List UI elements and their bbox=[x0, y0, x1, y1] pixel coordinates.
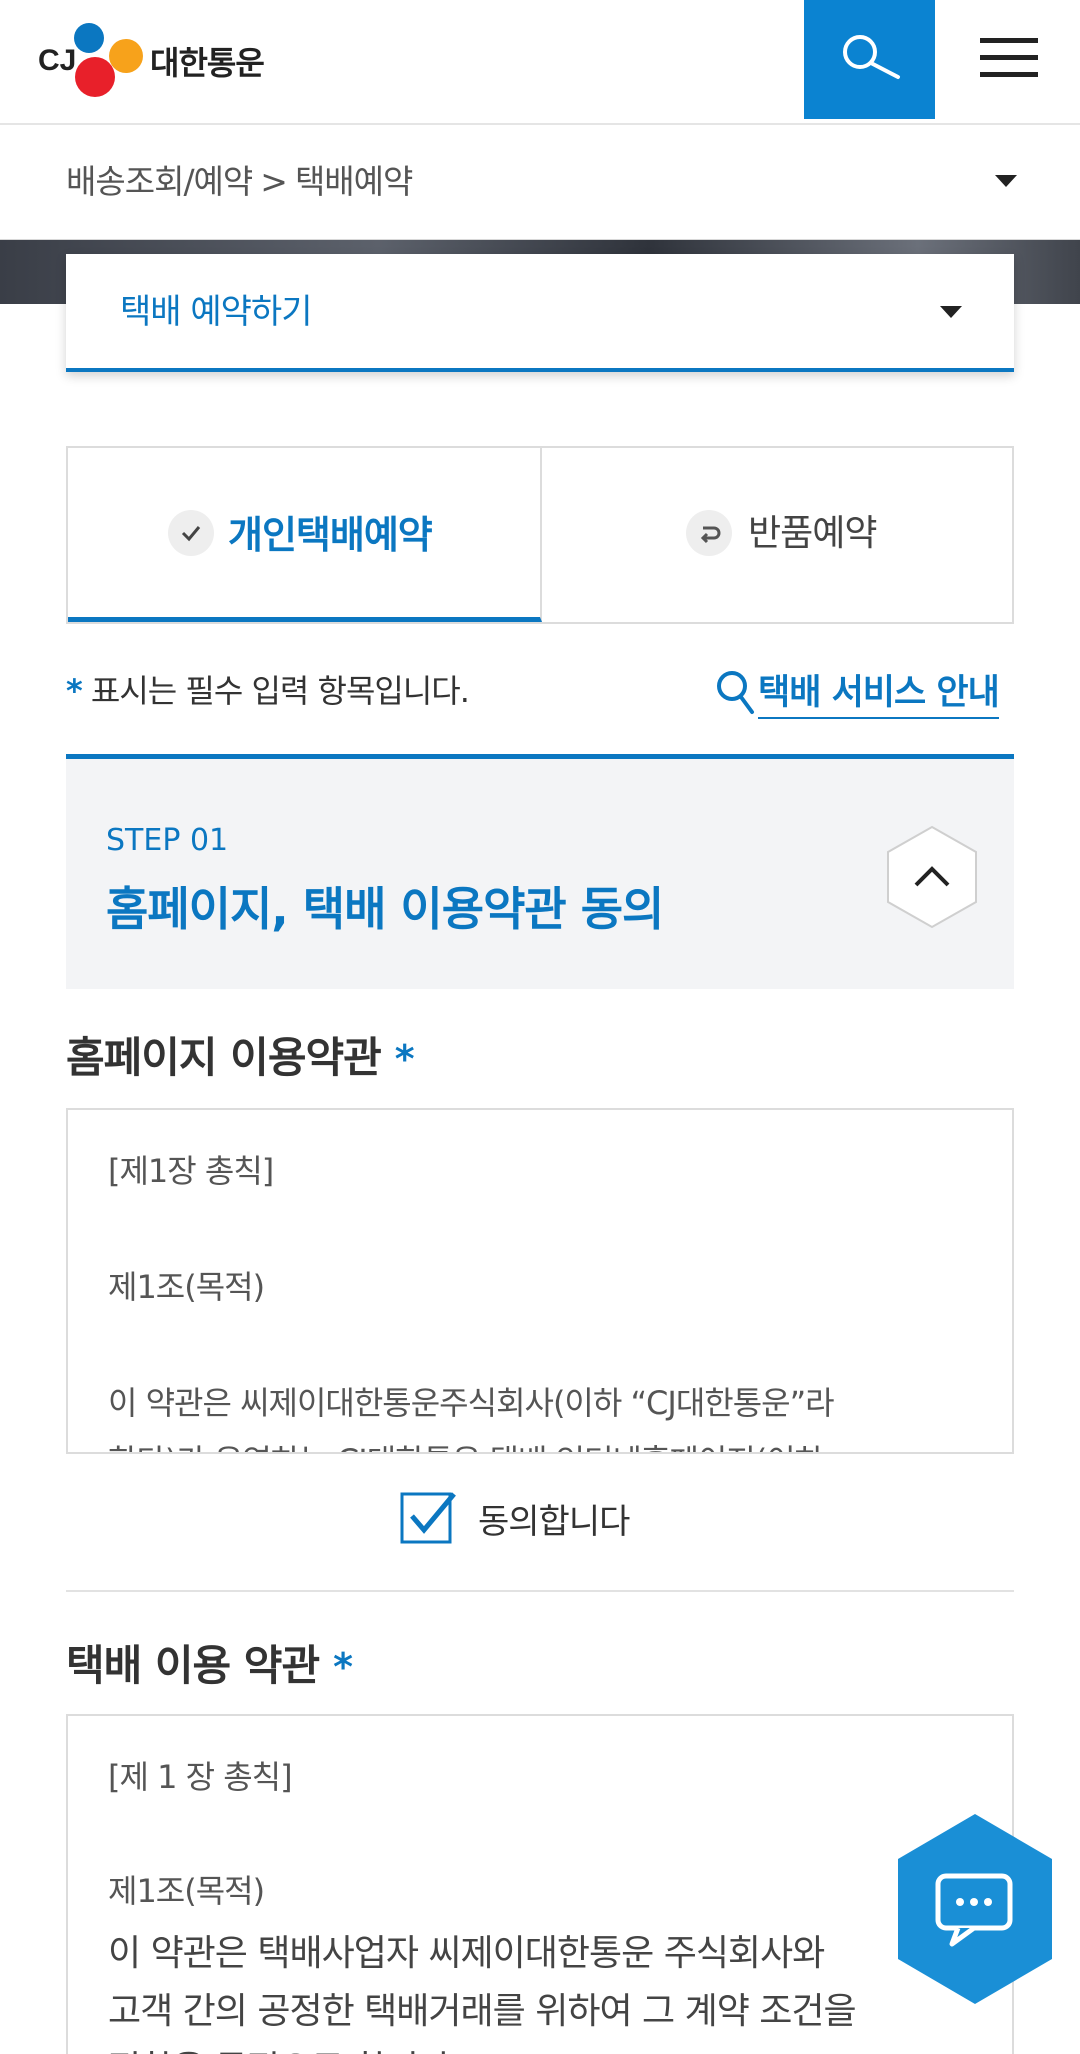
delivery-terms-title-text: 택배 이용 약관 bbox=[66, 1641, 320, 1690]
terms-line: 한다)가 운영하는 CJ대한통운 택배 인터넷홈페이지(이하 bbox=[108, 1436, 824, 1452]
chatbot-button[interactable] bbox=[894, 1810, 1056, 2010]
required-star: * bbox=[333, 1645, 353, 1689]
breadcrumb-parent[interactable]: 배송조회/예약 bbox=[66, 162, 253, 201]
menu-line-icon bbox=[980, 72, 1038, 77]
step-section-header: STEP 01 홈페이지, 택배 이용약관 동의 bbox=[66, 754, 1014, 989]
reservation-type-label: 택배 예약하기 bbox=[120, 292, 312, 332]
chat-bubble-icon bbox=[898, 1814, 1052, 2004]
tab-personal-reservation[interactable]: 개인택배예약 bbox=[68, 448, 542, 622]
required-field-note: * 표시는 필수 입력 항목입니다. bbox=[66, 666, 470, 712]
delivery-terms-title: 택배 이용 약관 * bbox=[66, 1632, 353, 1693]
caret-down-icon[interactable] bbox=[995, 175, 1017, 187]
terms-line: 정함을 목적으로 합니다. bbox=[108, 2040, 462, 2054]
return-arrow-icon bbox=[686, 510, 732, 556]
checkbox-checked-icon bbox=[400, 1492, 456, 1544]
terms-line: 이 약관은 씨제이대한통운주식회사(이하 “CJ대한통운”라 bbox=[108, 1384, 835, 1422]
magnifier-icon bbox=[717, 671, 754, 714]
homepage-terms-title: 홈페이지 이용약관 * bbox=[66, 1024, 415, 1085]
breadcrumb-current: 택배예약 bbox=[294, 162, 413, 201]
agree-label: 동의합니다 bbox=[478, 1502, 630, 1542]
top-header: CJ 대한통운 bbox=[0, 0, 1080, 125]
caret-down-icon bbox=[940, 306, 962, 318]
service-guide-label: 택배 서비스 안내 bbox=[758, 664, 1000, 719]
homepage-terms-title-text: 홈페이지 이용약관 bbox=[66, 1033, 382, 1082]
section-divider bbox=[66, 1590, 1014, 1592]
hamburger-menu-button[interactable] bbox=[960, 22, 1056, 96]
tab-personal-label: 개인택배예약 bbox=[228, 513, 433, 557]
delivery-terms-textbox[interactable]: [제 1 장 총칙] 제1조(목적) 이 약관은 택배사업자 씨제이대한통운 주… bbox=[66, 1714, 1014, 2054]
collapse-toggle-button[interactable] bbox=[886, 825, 978, 929]
breadcrumb-separator: > bbox=[260, 162, 288, 201]
reservation-tabs: 개인택배예약 반품예약 bbox=[66, 446, 1014, 624]
chevron-up-icon bbox=[887, 825, 977, 929]
breadcrumb-text: 배송조회/예약 > 택배예약 bbox=[66, 155, 413, 203]
logo-cj-text: CJ bbox=[38, 44, 76, 77]
terms-line: 제1조(목적) bbox=[108, 1872, 265, 1910]
search-icon bbox=[843, 35, 900, 79]
required-star: * bbox=[394, 1037, 415, 1081]
terms-line: 제1조(목적) bbox=[108, 1268, 265, 1306]
step-number: STEP 01 bbox=[106, 823, 229, 858]
check-icon bbox=[168, 510, 214, 556]
homepage-terms-textbox[interactable]: [제1장 총칙] 제1조(목적) 이 약관은 씨제이대한통운주식회사(이하 “C… bbox=[66, 1108, 1014, 1454]
menu-line-icon bbox=[980, 38, 1038, 43]
terms-line: 이 약관은 택배사업자 씨제이대한통운 주식회사와 bbox=[108, 1933, 825, 1974]
required-star: * bbox=[66, 672, 83, 710]
terms-line: 고객 간의 공정한 택배거래를 위하여 그 계약 조건을 bbox=[108, 1991, 857, 2032]
terms-line: [제1장 총칙] bbox=[108, 1152, 274, 1190]
menu-line-icon bbox=[980, 55, 1038, 60]
tab-return-reservation[interactable]: 반품예약 bbox=[542, 448, 1012, 622]
tab-return-label: 반품예약 bbox=[748, 513, 877, 554]
reservation-type-select[interactable]: 택배 예약하기 bbox=[66, 254, 1014, 372]
step-title: 홈페이지, 택배 이용약관 동의 bbox=[106, 882, 664, 936]
breadcrumb[interactable]: 배송조회/예약 > 택배예약 bbox=[0, 125, 1080, 241]
logo-brand-text: 대한통운 bbox=[150, 44, 265, 82]
required-note-text: 표시는 필수 입력 항목입니다. bbox=[90, 672, 470, 710]
search-button[interactable] bbox=[804, 0, 935, 119]
terms-line: [제 1 장 총칙] bbox=[108, 1758, 293, 1796]
